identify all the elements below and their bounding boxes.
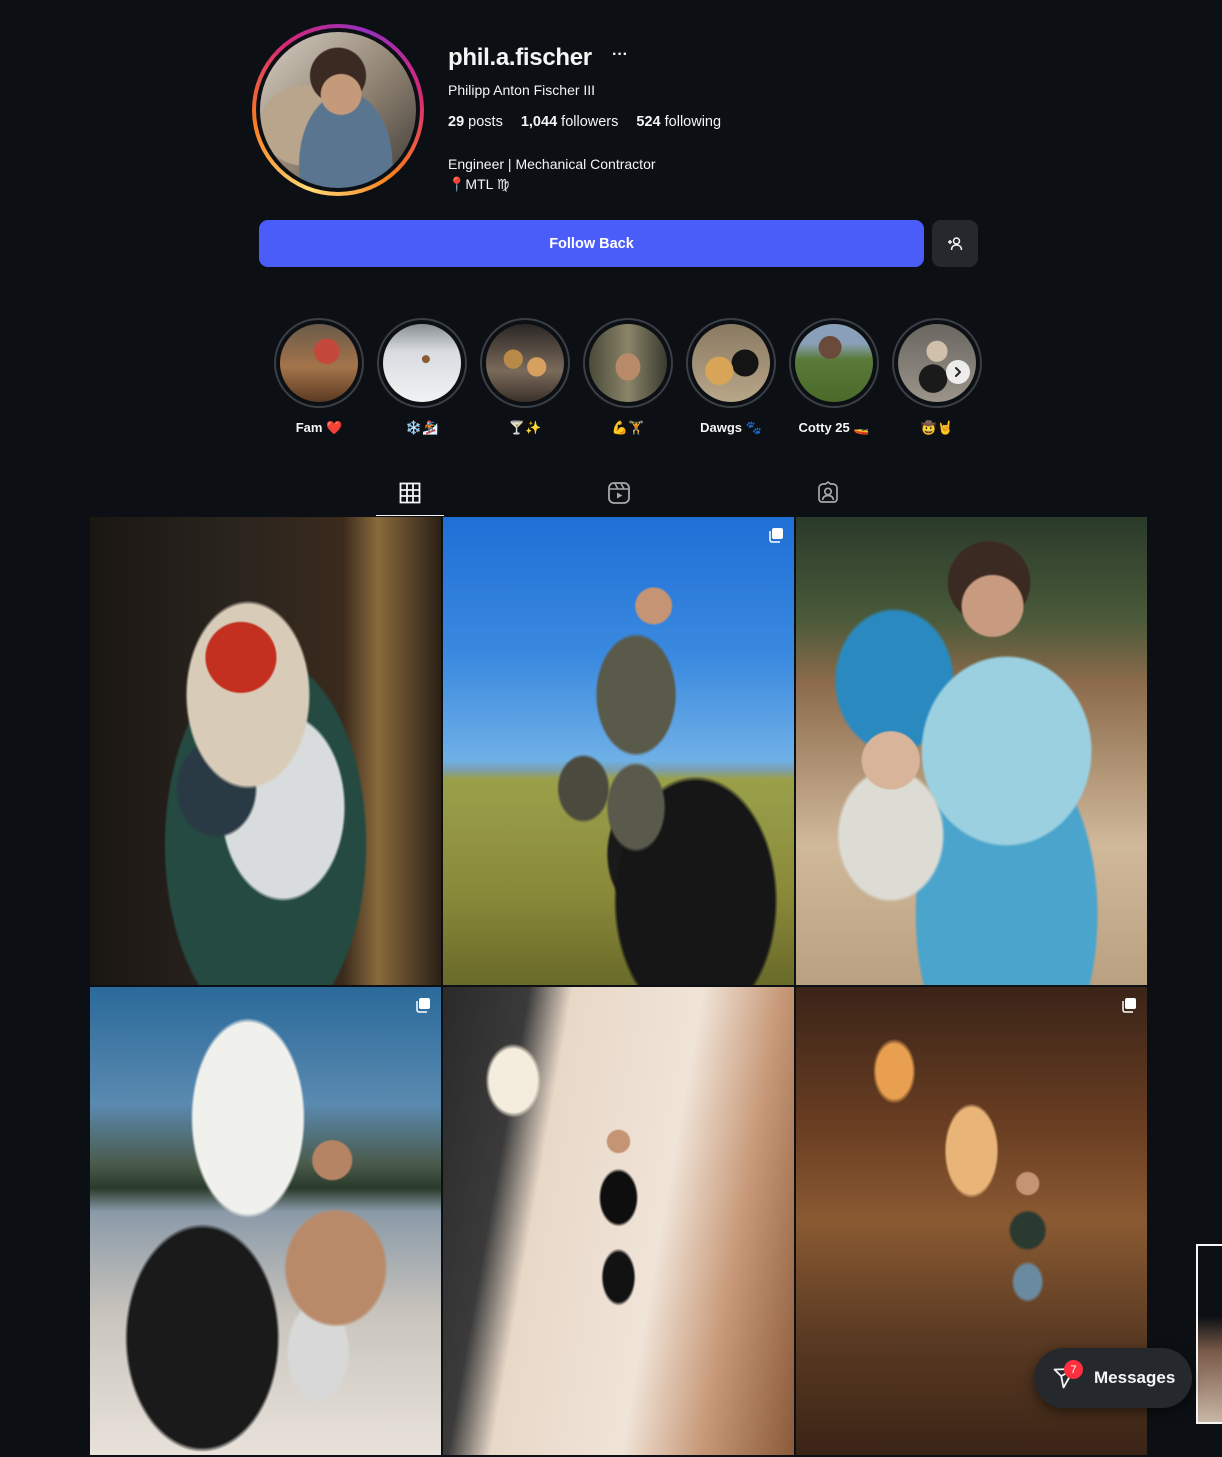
highlight-item[interactable]: ❄️🏂 <box>377 318 467 436</box>
highlight-label: 🤠🤘 <box>920 420 954 435</box>
profile-full-name: Philipp Anton Fischer III <box>448 82 596 98</box>
highlight-cover <box>486 324 564 402</box>
stat-following[interactable]: 524 following <box>636 114 721 130</box>
profile-avatar[interactable] <box>252 24 424 196</box>
post-image <box>443 987 794 1455</box>
post-thumbnail[interactable] <box>90 517 441 985</box>
grid-icon <box>399 482 421 504</box>
highlight-label: Cotty 25 🚤 <box>798 420 870 435</box>
more-options-icon[interactable]: ··· <box>612 46 628 64</box>
posts-grid <box>90 517 1147 1457</box>
highlights-next-button[interactable] <box>946 360 970 384</box>
highlight-item[interactable]: Fam ❤️ <box>274 318 364 436</box>
reels-icon <box>608 482 630 504</box>
tab-posts[interactable] <box>376 470 444 516</box>
messages-label: Messages <box>1094 1368 1176 1387</box>
highlight-label: 🍸✨ <box>508 420 542 435</box>
messages-button[interactable]: 7 Messages <box>1034 1348 1192 1408</box>
bio-line-2: 📍MTL ♍ <box>448 176 510 192</box>
side-preview-panel[interactable] <box>1196 1244 1222 1424</box>
highlight-item[interactable]: Cotty 25 🚤 <box>789 318 879 436</box>
highlight-cover <box>692 324 770 402</box>
stat-followers-count: 1,044 <box>520 114 558 130</box>
highlight-cover <box>383 324 461 402</box>
highlight-cover <box>589 324 667 402</box>
post-thumbnail[interactable] <box>796 517 1147 985</box>
chevron-right-icon <box>955 367 961 377</box>
avatar-image <box>260 32 416 188</box>
carousel-icon <box>769 528 783 543</box>
person-add-icon <box>948 236 963 250</box>
post-thumbnail[interactable] <box>443 517 794 985</box>
carousel-icon <box>416 998 430 1013</box>
profile-tabs <box>90 470 1147 516</box>
post-thumbnail[interactable] <box>443 987 794 1455</box>
stat-posts-label: posts <box>468 114 503 130</box>
highlight-label: Fam ❤️ <box>295 420 343 435</box>
stat-posts-count: 29 <box>448 114 465 130</box>
post-image <box>90 987 441 1455</box>
suggested-users-button[interactable] <box>932 220 978 267</box>
carousel-icon <box>1122 998 1136 1013</box>
stat-following-count: 524 <box>636 114 661 130</box>
highlight-label: 💪🏋️ <box>611 420 645 435</box>
highlight-label: ❄️🏂 <box>405 420 439 435</box>
profile-bio: Engineer | Mechanical Contractor 📍MTL ♍ <box>448 154 656 194</box>
bio-line-1: Engineer | Mechanical Contractor <box>448 156 656 172</box>
story-highlights: Fam ❤️ ❄️🏂 🍸✨ 💪🏋️ Dawgs 🐾 Cotty 25 🚤 🤠🤘 <box>274 318 984 448</box>
tab-reels[interactable] <box>585 470 653 516</box>
highlight-item[interactable]: Dawgs 🐾 <box>686 318 776 436</box>
post-image <box>90 517 441 985</box>
messages-unread-badge: 7 <box>1064 1360 1083 1379</box>
profile-username: phil.a.fischer <box>448 44 592 71</box>
follow-back-button[interactable]: Follow Back <box>259 220 924 267</box>
highlight-cover <box>280 324 358 402</box>
profile-stats: 29 posts 1,044 followers 524 following <box>448 114 721 130</box>
highlight-item[interactable]: 💪🏋️ <box>583 318 673 436</box>
stat-followers-label: followers <box>561 114 619 130</box>
post-image <box>796 517 1147 985</box>
post-image <box>443 517 794 985</box>
stat-posts: 29 posts <box>448 114 503 130</box>
stat-followers[interactable]: 1,044 followers <box>521 114 619 130</box>
highlight-label: Dawgs 🐾 <box>700 420 762 435</box>
profile-header: phil.a.fischer ··· Philipp Anton Fischer… <box>252 24 982 204</box>
stat-following-label: following <box>664 114 722 130</box>
highlight-cover <box>795 324 873 402</box>
tab-tagged[interactable] <box>794 470 862 516</box>
tagged-icon <box>818 481 838 503</box>
post-thumbnail[interactable] <box>90 987 441 1455</box>
highlight-item[interactable]: 🍸✨ <box>480 318 570 436</box>
